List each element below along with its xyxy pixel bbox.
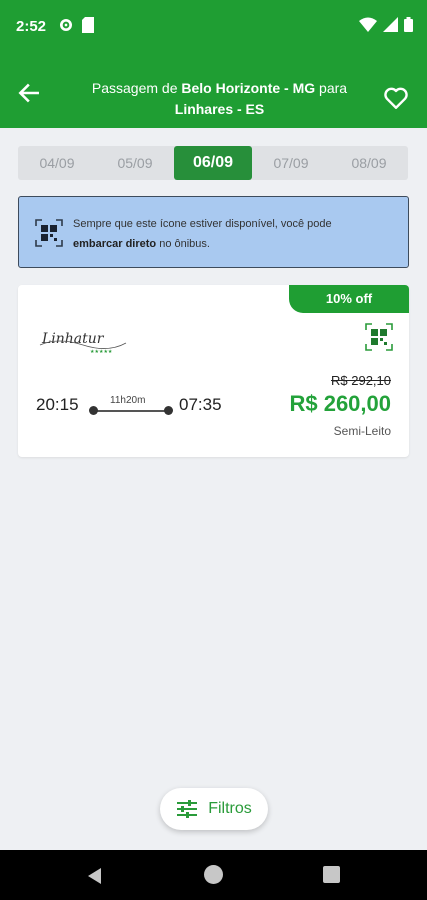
date-tab-0709[interactable]: 07/09 <box>252 146 330 180</box>
page-title: Passagem de Belo Horizonte - MG para Lin… <box>72 78 367 120</box>
status-time: 2:52 <box>16 18 47 35</box>
filter-button[interactable]: Filtros <box>160 788 268 830</box>
info-text-part1: Sempre que este ícone estiver disponível… <box>73 218 332 230</box>
qr-code-icon <box>35 219 63 247</box>
info-text: Sempre que este ícone estiver disponível… <box>73 214 398 254</box>
direct-boarding-icon <box>365 323 393 351</box>
date-tab-0409[interactable]: 04/09 <box>18 146 96 180</box>
old-price: R$ 292,10 <box>331 373 391 388</box>
filter-label: Filtros <box>208 800 252 817</box>
trip-duration: 11h20m <box>110 395 146 406</box>
app-bar: Passagem de Belo Horizonte - MG para Lin… <box>0 56 427 128</box>
info-text-part2: no ônibus. <box>156 238 210 250</box>
date-tab-0809[interactable]: 08/09 <box>330 146 408 180</box>
discount-badge: 10% off <box>289 285 409 313</box>
info-banner: Sempre que este ícone estiver disponível… <box>18 196 409 268</box>
system-nav-bar <box>0 850 427 900</box>
date-selector: 04/09 05/09 06/09 07/09 08/09 <box>18 146 408 180</box>
sim-card-icon <box>82 17 94 33</box>
battery-icon <box>404 17 413 32</box>
nav-recents-icon[interactable] <box>323 866 340 883</box>
status-left-icons <box>58 17 94 33</box>
title-origin: Belo Horizonte - MG <box>181 80 316 96</box>
price: R$ 260,00 <box>289 391 391 416</box>
company-logo-text: Linhatur <box>41 331 105 347</box>
company-logo: Linhatur ★★★★★ <box>39 331 127 355</box>
title-destination: Linhares - ES <box>174 101 265 117</box>
heart-icon[interactable] <box>383 86 409 110</box>
trip-card[interactable]: 10% off Linhatur ★★★★★ 20:15 11h20m 07:3… <box>18 285 409 457</box>
nav-home-icon[interactable] <box>204 865 223 884</box>
back-arrow-icon[interactable] <box>16 80 42 106</box>
title-prefix: Passagem de <box>91 80 182 96</box>
svg-text:★★★★★: ★★★★★ <box>90 349 113 355</box>
nav-back-icon[interactable] <box>85 866 105 886</box>
signal-icon <box>383 17 398 32</box>
settings-icon <box>60 19 72 31</box>
date-tab-0509[interactable]: 05/09 <box>96 146 174 180</box>
departure-time: 20:15 <box>36 395 79 414</box>
sliders-icon <box>177 800 198 818</box>
arrival-time: 07:35 <box>179 395 222 414</box>
wifi-icon <box>359 17 377 32</box>
info-text-bold: embarcar direto <box>73 238 157 250</box>
duration-line <box>93 410 169 412</box>
date-tab-0609[interactable]: 06/09 <box>174 146 252 180</box>
seat-type: Semi-Leito <box>333 424 391 438</box>
title-connector: para <box>315 80 348 96</box>
departure-dot <box>89 406 98 415</box>
status-right-icons <box>359 17 413 32</box>
arrival-dot <box>164 406 173 415</box>
status-bar: 2:52 <box>0 0 427 56</box>
